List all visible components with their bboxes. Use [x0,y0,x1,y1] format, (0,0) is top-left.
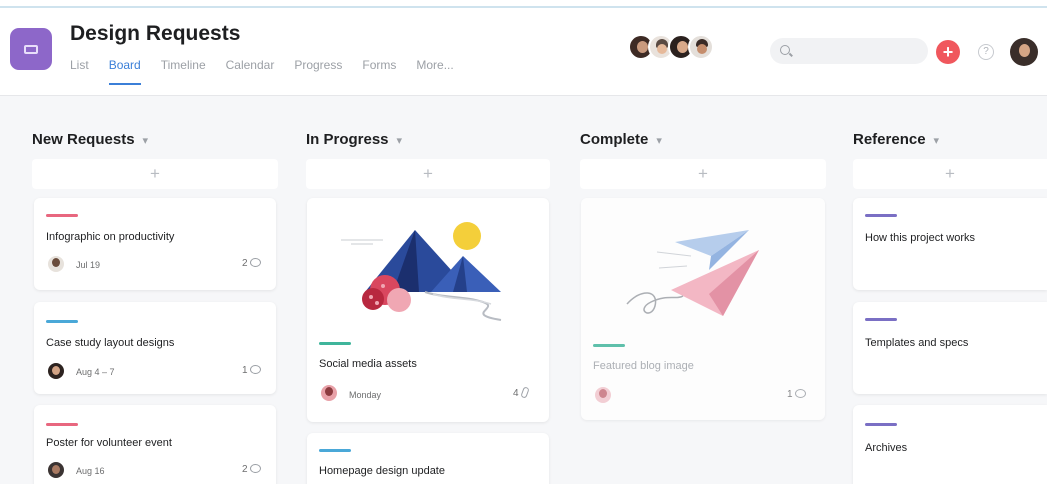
task-title: Archives [865,442,908,454]
tab-timeline[interactable]: Timeline [161,58,206,85]
task-card[interactable]: How this project works [853,198,1047,290]
task-title: Case study layout designs [46,337,175,349]
search-icon [780,45,790,55]
comment-count[interactable]: 1 [242,365,261,376]
column-title-in-progress[interactable]: In Progress ▾ [306,131,402,148]
tag-bar [865,318,897,321]
comment-count[interactable]: 2 [242,464,261,475]
comment-icon [794,389,806,398]
add-task-button[interactable]: + [580,159,826,189]
comment-icon [249,258,261,267]
avatar [688,34,714,60]
tag-bar [46,214,78,217]
tab-list[interactable]: List [70,58,89,85]
task-title: How this project works [865,232,976,244]
project-header: Design Requests List Board Timeline Cale… [0,8,1047,96]
due-date: Monday [349,390,382,400]
task-title: Templates and specs [865,337,969,349]
task-title: Poster for volunteer event [46,437,172,449]
chevron-down-icon[interactable]: ▾ [656,135,662,147]
task-card[interactable]: Infographic on productivity Jul 19 2 [34,198,276,290]
add-task-button[interactable]: + [32,159,278,189]
column-title-new-requests[interactable]: New Requests ▾ [32,131,148,148]
assignee-avatar[interactable] [48,363,64,379]
task-card[interactable]: Poster for volunteer event Aug 16 2 [34,405,276,484]
assignee-avatar[interactable] [595,387,611,403]
add-task-button[interactable]: + [306,159,550,189]
due-date: Aug 16 [76,466,105,476]
assignee-avatar[interactable] [48,462,64,478]
project-title: Design Requests [70,22,241,45]
task-card[interactable]: Templates and specs [853,302,1047,394]
task-card[interactable]: Case study layout designs Aug 4 – 7 1 [34,302,276,394]
tag-bar [865,423,897,426]
column-title-complete[interactable]: Complete ▾ [580,131,662,148]
task-title: Featured blog image [593,360,694,372]
project-icon[interactable] [10,28,52,70]
task-title: Social media assets [319,358,417,370]
tab-more[interactable]: More... [416,58,453,85]
due-date: Jul 19 [76,260,101,270]
task-card-completed[interactable]: Featured blog image 1 [581,198,825,420]
task-card[interactable]: Social media assets Monday 4 [307,198,549,422]
tab-board[interactable]: Board [108,58,141,85]
tab-progress[interactable]: Progress [294,58,342,85]
paperclip-icon [519,386,530,399]
tab-forms[interactable]: Forms [362,58,396,85]
tag-bar [46,320,78,323]
task-title: Infographic on productivity [46,231,175,243]
view-tabs: List Board Timeline Calendar Progress Fo… [70,58,474,85]
project-members[interactable] [628,34,714,60]
tag-bar [319,449,351,452]
comment-count[interactable]: 2 [242,258,261,269]
tag-bar [593,344,625,347]
add-task-button[interactable]: + [853,159,1047,189]
chevron-down-icon[interactable]: ▾ [143,135,149,147]
board-icon [24,44,38,54]
quick-add-button[interactable]: + [936,40,960,64]
due-date: Aug 4 – 7 [76,367,115,377]
mountain-illustration [341,222,502,321]
paper-plane-illustration [626,230,759,316]
task-card[interactable]: Archives [853,405,1047,484]
task-title: Homepage design update [319,465,445,477]
tag-bar [865,214,897,217]
column-title-reference[interactable]: Reference ▾ [853,131,939,148]
help-button[interactable]: ? [978,44,994,60]
task-card[interactable]: Homepage design update [307,433,549,484]
tab-calendar[interactable]: Calendar [226,58,275,85]
comment-icon [249,365,261,374]
chevron-down-icon[interactable]: ▾ [397,135,403,147]
comment-count[interactable]: 1 [787,389,806,400]
tag-bar [319,342,351,345]
tag-bar [46,423,78,426]
assignee-avatar[interactable] [321,385,337,401]
attachment-count[interactable]: 4 [513,386,530,399]
comment-icon [249,464,261,473]
window-top-edge [0,0,1047,8]
chevron-down-icon[interactable]: ▾ [934,135,940,147]
user-avatar[interactable] [1010,38,1038,66]
search-input[interactable] [770,38,928,64]
assignee-avatar[interactable] [48,256,64,272]
